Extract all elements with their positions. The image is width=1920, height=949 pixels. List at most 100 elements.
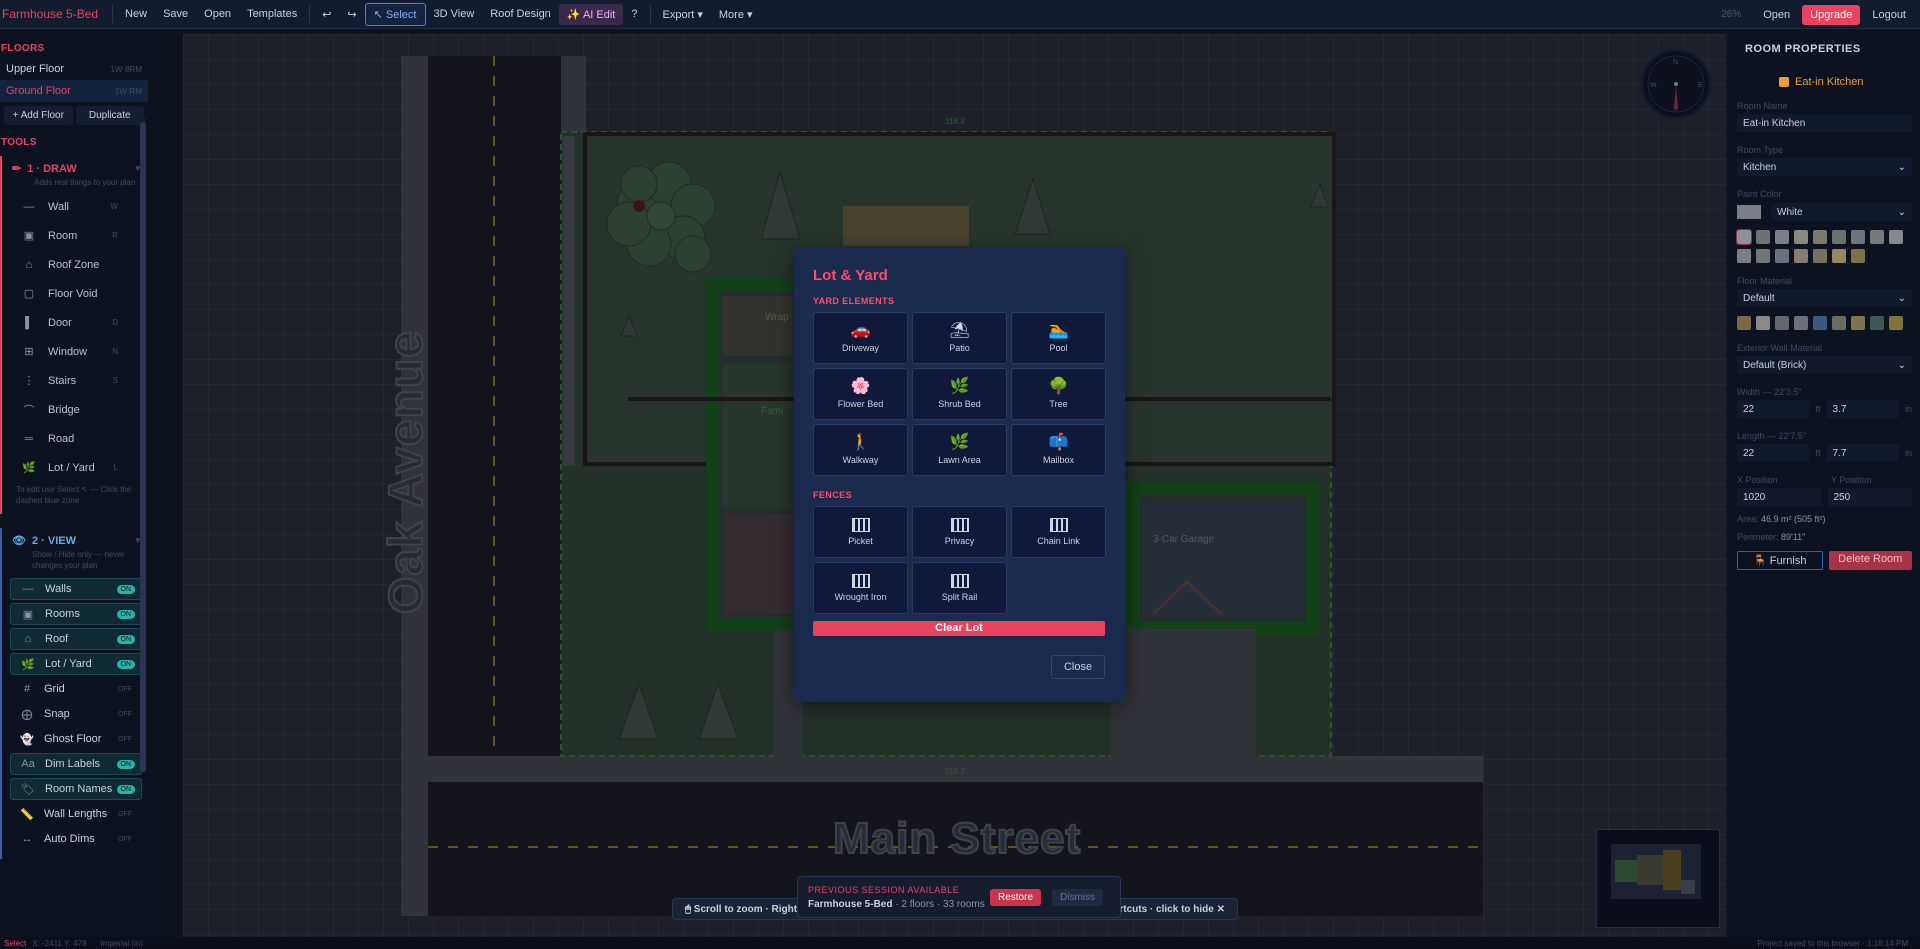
help-button[interactable]: ? bbox=[623, 4, 645, 24]
furnish-button[interactable]: 🪑 Furnish bbox=[1737, 551, 1823, 570]
upgrade-button[interactable]: Upgrade bbox=[1802, 4, 1861, 25]
fence-chain-link-button[interactable]: Chain Link bbox=[1011, 506, 1106, 558]
duplicate-floor-button[interactable]: Duplicate bbox=[75, 106, 144, 125]
save-button[interactable]: Save bbox=[155, 4, 196, 24]
new-button[interactable]: New bbox=[117, 4, 155, 24]
tool-road[interactable]: ═ Road bbox=[2, 424, 148, 453]
color-swatch[interactable] bbox=[1851, 230, 1865, 244]
tool-lot-yard[interactable]: 🌿 Lot / Yard L bbox=[2, 453, 148, 482]
view-toggle-grid[interactable]: # Grid OFF bbox=[10, 678, 142, 700]
tool-bridge[interactable]: ⌒ Bridge bbox=[2, 395, 148, 424]
tool-stairs[interactable]: ⋮ Stairs S bbox=[2, 366, 148, 395]
room-name-input[interactable]: Eat-in Kitchen bbox=[1737, 114, 1912, 132]
color-swatch[interactable] bbox=[1756, 230, 1770, 244]
color-swatch[interactable] bbox=[1832, 249, 1846, 263]
color-swatch[interactable] bbox=[1851, 316, 1865, 330]
color-swatch[interactable] bbox=[1889, 230, 1903, 244]
more-menu[interactable]: More ▾ bbox=[711, 4, 761, 25]
view-toggle-auto-dims[interactable]: ↔ Auto Dims OFF bbox=[10, 828, 142, 850]
yard-patio-button[interactable]: ⛱ Patio bbox=[912, 312, 1007, 364]
add-floor-button[interactable]: + Add Floor bbox=[4, 106, 73, 125]
view-toggle-walls[interactable]: — Walls ON bbox=[10, 578, 142, 600]
fence-wrought-iron-button[interactable]: Wrought Iron bbox=[813, 562, 908, 614]
logout-button[interactable]: Logout bbox=[1864, 5, 1914, 25]
color-swatch[interactable] bbox=[1775, 249, 1789, 263]
color-swatch[interactable] bbox=[1794, 230, 1808, 244]
color-swatch[interactable] bbox=[1870, 230, 1884, 244]
dismiss-session-button[interactable]: Dismiss bbox=[1052, 889, 1103, 906]
yard-driveway-button[interactable]: 🚗 Driveway bbox=[813, 312, 908, 364]
select-tool-button[interactable]: ↖ Select bbox=[364, 2, 426, 26]
templates-button[interactable]: Templates bbox=[239, 4, 305, 24]
color-swatch[interactable] bbox=[1832, 316, 1846, 330]
fence-split-rail-button[interactable]: Split Rail bbox=[912, 562, 1007, 614]
yard-pool-button[interactable]: 🏊 Pool bbox=[1011, 312, 1106, 364]
color-swatch[interactable] bbox=[1737, 249, 1751, 263]
export-menu[interactable]: Export ▾ bbox=[655, 4, 711, 25]
y-position-input[interactable]: 250 bbox=[1827, 488, 1912, 506]
view-toggle-ghost-floor[interactable]: 👻 Ghost Floor OFF bbox=[10, 728, 142, 750]
tool-wall[interactable]: — Wall W bbox=[2, 192, 148, 221]
delete-room-button[interactable]: Delete Room bbox=[1828, 551, 1912, 570]
view-toggle-snap[interactable]: ⨁ Snap OFF bbox=[10, 703, 142, 725]
tool-window[interactable]: ⊞ Window N bbox=[2, 337, 148, 366]
fence-picket-button[interactable]: Picket bbox=[813, 506, 908, 558]
close-modal-button[interactable]: Close bbox=[1051, 655, 1105, 679]
3d-view-button[interactable]: 3D View bbox=[426, 4, 483, 24]
draw-group-title[interactable]: ✏ 1 · DRAW ▾ bbox=[2, 156, 148, 176]
hint-right[interactable]: ortcuts · click to hide ✕ bbox=[1113, 904, 1225, 915]
view-toggle-roof[interactable]: ⌂ Roof ON bbox=[10, 628, 142, 650]
view-toggle-wall-lengths[interactable]: 📏 Wall Lengths OFF bbox=[10, 803, 142, 825]
yard-tree-button[interactable]: 🌳 Tree bbox=[1011, 368, 1106, 420]
view-group-title[interactable]: 👁 2 · VIEW ▾ bbox=[2, 528, 148, 548]
view-toggle-lot-yard[interactable]: 🌿 Lot / Yard ON bbox=[10, 653, 142, 675]
length-feet-input[interactable]: 22 bbox=[1737, 444, 1810, 462]
color-swatch[interactable] bbox=[1775, 316, 1789, 330]
paint-color-select[interactable]: White ⌄ bbox=[1771, 203, 1912, 221]
tool-room[interactable]: ▣ Room R bbox=[2, 221, 148, 250]
color-swatch[interactable] bbox=[1889, 316, 1903, 330]
restore-session-button[interactable]: Restore bbox=[990, 889, 1042, 906]
yard-shrub-bed-button[interactable]: 🌿 Shrub Bed bbox=[912, 368, 1007, 420]
view-toggle-room-names[interactable]: 🏷 Room Names ON bbox=[10, 778, 142, 800]
color-swatch[interactable] bbox=[1832, 230, 1846, 244]
floor-item-upper[interactable]: Upper Floor 1W·8RM bbox=[0, 58, 148, 80]
fence-privacy-button[interactable]: Privacy bbox=[912, 506, 1007, 558]
floor-material-select[interactable]: Default ⌄ bbox=[1737, 289, 1912, 307]
undo-button[interactable]: ↩ bbox=[314, 4, 339, 25]
view-toggle-dim-labels[interactable]: Aa Dim Labels ON bbox=[10, 753, 142, 775]
tool-floor-void[interactable]: ▢ Floor Void bbox=[2, 279, 148, 308]
floor-item-ground[interactable]: Ground Floor 1W·RM bbox=[0, 80, 148, 102]
redo-button[interactable]: ↪ bbox=[339, 4, 364, 25]
color-swatch[interactable] bbox=[1851, 249, 1865, 263]
color-swatch[interactable] bbox=[1756, 249, 1770, 263]
color-swatch[interactable] bbox=[1775, 230, 1789, 244]
room-type-select[interactable]: Kitchen ⌄ bbox=[1737, 158, 1912, 176]
exterior-material-select[interactable]: Default (Brick) ⌄ bbox=[1737, 356, 1912, 374]
color-swatch[interactable] bbox=[1756, 316, 1770, 330]
color-swatch[interactable] bbox=[1870, 316, 1884, 330]
clear-lot-button[interactable]: Clear Lot bbox=[813, 621, 1105, 636]
color-swatch[interactable] bbox=[1813, 316, 1827, 330]
yard-flower-bed-button[interactable]: 🌸 Flower Bed bbox=[813, 368, 908, 420]
ai-edit-button[interactable]: ✨ AI Edit bbox=[558, 3, 624, 25]
color-swatch[interactable] bbox=[1737, 316, 1751, 330]
view-toggle-rooms[interactable]: ▣ Rooms ON bbox=[10, 603, 142, 625]
width-inches-input[interactable]: 3.7 bbox=[1826, 400, 1899, 418]
width-feet-input[interactable]: 22 bbox=[1737, 400, 1810, 418]
minimap[interactable] bbox=[1596, 829, 1720, 928]
x-position-input[interactable]: 1020 bbox=[1737, 488, 1822, 506]
color-swatch[interactable] bbox=[1794, 249, 1808, 263]
yard-mailbox-button[interactable]: 📫 Mailbox bbox=[1011, 424, 1106, 476]
yard-walkway-button[interactable]: 🚶 Walkway bbox=[813, 424, 908, 476]
color-swatch[interactable] bbox=[1794, 316, 1808, 330]
tool-door[interactable]: ▌ Door D bbox=[2, 308, 148, 337]
open-button[interactable]: Open bbox=[196, 4, 239, 24]
open-account-button[interactable]: Open bbox=[1755, 5, 1798, 25]
tool-roof-zone[interactable]: ⌂ Roof Zone bbox=[2, 250, 148, 279]
color-swatch[interactable] bbox=[1736, 229, 1752, 245]
color-swatch[interactable] bbox=[1813, 230, 1827, 244]
roof-design-button[interactable]: Roof Design bbox=[482, 4, 559, 24]
yard-lawn-area-button[interactable]: 🌿 Lawn Area bbox=[912, 424, 1007, 476]
sidebar-scrollbar-thumb[interactable] bbox=[140, 122, 146, 772]
